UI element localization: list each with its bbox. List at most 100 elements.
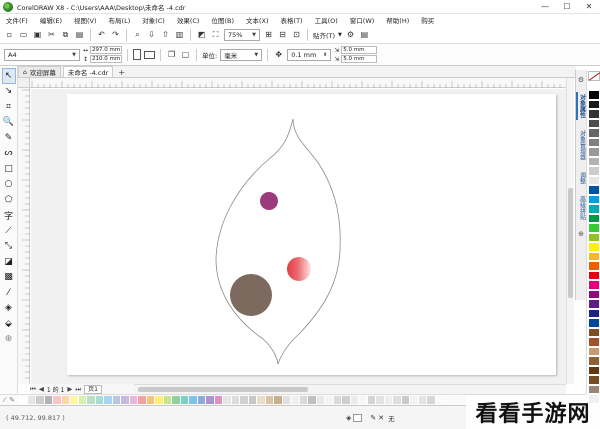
horizontal-scroll-thumb[interactable] (138, 387, 308, 392)
document-palette-swatch[interactable] (27, 396, 37, 404)
menu-window[interactable]: 窗口(W) (350, 15, 375, 25)
duplicate-y-input[interactable]: 5.0 mm (341, 55, 378, 63)
document-palette-swatch[interactable] (112, 396, 122, 404)
page-size-select[interactable]: A4 ▼ (4, 48, 80, 61)
menu-bitmaps[interactable]: 位图(B) (211, 15, 234, 25)
document-palette-swatch[interactable] (427, 396, 436, 404)
document-palette-swatch[interactable] (435, 396, 445, 404)
palette-swatch[interactable] (587, 261, 600, 271)
menu-buy[interactable]: 购买 (421, 15, 434, 25)
document-palette-swatch[interactable] (316, 396, 326, 404)
document-palette-swatch[interactable] (189, 396, 198, 404)
palette-swatch[interactable] (587, 365, 600, 375)
crop-tool-icon[interactable]: ⌗ (2, 99, 16, 115)
palette-swatch[interactable] (587, 375, 600, 385)
duplicate-x-input[interactable]: 5.0 mm (341, 46, 378, 54)
landscape-icon[interactable] (144, 50, 156, 59)
docker-tab-advanced-tiling[interactable]: 高级拼贴 (576, 194, 587, 222)
palette-swatch[interactable] (587, 270, 600, 280)
portrait-icon[interactable] (133, 49, 142, 60)
document-palette-swatch[interactable] (172, 396, 181, 404)
document-palette-swatch[interactable] (87, 396, 96, 404)
snap-to-dropdown[interactable]: 贴齐(T) ▼ (313, 30, 342, 40)
last-page-icon[interactable]: ⏭ (75, 385, 81, 394)
palette-swatch[interactable] (587, 90, 600, 100)
paste-icon[interactable]: ▤ (74, 29, 85, 40)
menu-text[interactable]: 文本(X) (246, 15, 269, 25)
show-guidelines-icon[interactable]: ⊡ (291, 29, 302, 40)
purple-circle[interactable] (260, 192, 278, 210)
transparency-tool-icon[interactable]: ▩ (2, 270, 16, 286)
pdf-icon[interactable]: ▥ (174, 29, 185, 40)
palette-swatch[interactable] (587, 128, 600, 138)
document-palette-swatch[interactable] (231, 396, 241, 404)
outline-indicator[interactable]: ✎ ✕ 无 (370, 413, 394, 423)
document-palette-swatch[interactable] (129, 396, 139, 404)
docker-tab-object-properties[interactable]: 对象属性 (575, 92, 587, 120)
smart-fill-tool-icon[interactable]: ⬙ (2, 316, 16, 332)
document-palette-swatch[interactable] (121, 396, 130, 404)
next-page-icon[interactable]: ▶ (67, 385, 72, 393)
close-button[interactable]: ✕ (578, 0, 600, 14)
document-palette-swatch[interactable] (350, 396, 360, 404)
copy-icon[interactable]: ⧉ (60, 29, 71, 40)
pick-tool-icon[interactable]: ↖ (1, 68, 16, 84)
menu-view[interactable]: 视图(V) (74, 15, 97, 25)
document-palette-swatch[interactable] (342, 396, 351, 404)
drop-shadow-tool-icon[interactable]: ◪ (2, 254, 16, 270)
palette-swatch[interactable] (587, 223, 600, 233)
palette-swatch[interactable] (587, 156, 600, 166)
document-palette-swatch[interactable] (410, 396, 419, 404)
palette-swatch[interactable] (587, 80, 600, 90)
palette-swatch[interactable] (587, 204, 600, 214)
palette-swatch[interactable] (587, 327, 600, 337)
palette-swatch[interactable] (587, 185, 600, 195)
first-page-icon[interactable]: ⏮ (30, 385, 36, 394)
document-palette-swatch[interactable] (308, 396, 317, 404)
settings-icon[interactable]: ⚙ (578, 76, 584, 84)
palette-swatch[interactable] (587, 299, 600, 309)
full-screen-icon[interactable]: ⛶ (210, 29, 221, 40)
freehand-tool-icon[interactable]: ✎ (2, 130, 16, 146)
document-palette-swatch[interactable] (44, 396, 54, 404)
palette-swatch[interactable] (587, 242, 600, 252)
parallel-dimension-tool-icon[interactable]: ⟋ (2, 223, 16, 239)
document-palette-swatch[interactable] (223, 396, 232, 404)
leaf-shape[interactable] (215, 118, 341, 365)
document-palette-swatch[interactable] (240, 396, 249, 404)
page-tab-1[interactable]: 页1 (84, 384, 102, 394)
edit-palette-icon[interactable]: ✎ (9, 396, 15, 404)
vertical-scroll-thumb[interactable] (568, 188, 573, 298)
new-tab-icon[interactable]: + (115, 68, 128, 77)
horizontal-ruler[interactable] (30, 78, 566, 88)
eyedropper-icon[interactable]: ⁄ (4, 396, 5, 404)
document-palette-swatch[interactable] (214, 396, 224, 404)
palette-swatch[interactable] (587, 137, 600, 147)
text-tool-icon[interactable]: 字 (2, 208, 16, 224)
palette-swatch[interactable] (587, 251, 600, 261)
menu-edit[interactable]: 编辑(E) (40, 15, 62, 25)
show-grid-icon[interactable]: ⊟ (277, 29, 288, 40)
docker-tab-adjust[interactable]: 调整 (576, 170, 587, 186)
page-height-input[interactable]: 210.0 mm (90, 55, 123, 63)
rectangle-tool-icon[interactable]: □ (2, 161, 16, 177)
palette-swatch[interactable] (587, 356, 600, 366)
horizontal-scrollbar[interactable] (134, 384, 566, 394)
fill-indicator[interactable]: ◈ (346, 413, 363, 422)
tab-welcome[interactable]: ⌂ 欢迎屏幕 (18, 66, 61, 77)
polygon-tool-icon[interactable]: ⬠ (2, 192, 16, 208)
palette-swatch[interactable] (587, 346, 600, 356)
menu-layout[interactable]: 布局(L) (109, 15, 131, 25)
shape-tool-icon[interactable]: ↘ (2, 84, 16, 100)
document-palette-swatch[interactable] (36, 396, 45, 404)
document-palette-swatch[interactable] (291, 396, 300, 404)
menu-table[interactable]: 表格(T) (281, 15, 303, 25)
interactive-fill-tool-icon[interactable]: ◈ (2, 301, 16, 317)
connector-tool-icon[interactable]: ⤡ (2, 239, 16, 255)
document-palette-swatch[interactable] (197, 396, 207, 404)
document-palette-swatch[interactable] (248, 396, 258, 404)
units-select[interactable]: 毫米 ▼ (220, 48, 263, 61)
document-palette-swatch[interactable] (70, 396, 79, 404)
palette-swatch[interactable] (587, 109, 600, 119)
document-palette-swatch[interactable] (325, 396, 334, 404)
